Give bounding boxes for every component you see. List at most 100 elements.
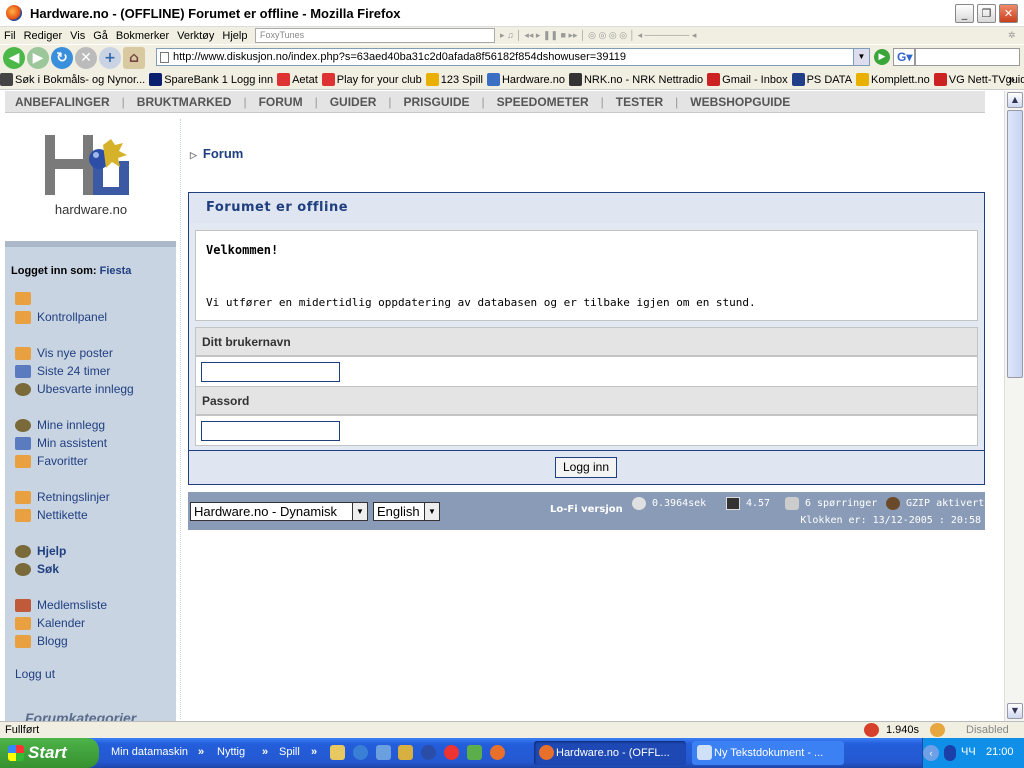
home-icon[interactable]: ⌂ <box>123 46 145 69</box>
menu-fil[interactable]: Fil <box>0 30 20 42</box>
foxytunes-gear-icon[interactable]: ✲ <box>1008 30 1016 41</box>
media-player-icon[interactable] <box>421 745 436 760</box>
menu-ga[interactable]: Gå <box>89 30 112 42</box>
bookmark-item[interactable]: Søk i Bokmåls- og Nynor... <box>0 73 145 86</box>
task-notepad[interactable]: Ny Tekstdokument - ... <box>692 741 844 765</box>
username-link[interactable]: Fiesta <box>100 265 132 277</box>
bookmark-item[interactable]: Komplett.no <box>856 73 930 86</box>
bookmark-item[interactable]: NRK.no - NRK Nettradio <box>568 73 703 86</box>
status-disabled[interactable]: Disabled <box>966 724 1009 736</box>
sidebar-item-siste-24-timer[interactable]: Siste 24 timer <box>15 364 110 378</box>
bookmarks-overflow-icon[interactable]: » <box>1008 73 1015 86</box>
sidebar-item-hjelp[interactable]: Hjelp <box>15 544 66 558</box>
sidebar-item-blank[interactable] <box>15 292 37 305</box>
language-indicator[interactable]: ЧЧ <box>961 746 976 758</box>
toolbar-min-datamaskin[interactable]: Min datamaskin <box>111 746 188 758</box>
hardware-logo[interactable]: hardware.no <box>41 135 141 225</box>
window-title-bar[interactable]: Hardware.no - (OFFLINE) Forumet er offli… <box>0 0 1024 27</box>
task-firefox[interactable]: Hardware.no - (OFFL... <box>534 741 686 765</box>
media-controls[interactable]: ▸ ♫ │ ◂◂ ▸ ❚❚ ■ ▸▸ │ ◎ ◎ ◎ ◎ │ ◂ ───────… <box>500 30 696 41</box>
sidebar-item-nettikette[interactable]: Nettikette <box>15 508 88 522</box>
topnav-item-anbefalinger[interactable]: ANBEFALINGER <box>5 95 120 109</box>
login-button[interactable]: Logg inn <box>555 457 617 478</box>
quicklaunch-icon[interactable] <box>467 745 482 760</box>
sidebar-item-ubesvarte-innlegg[interactable]: Ubesvarte innlegg <box>15 382 134 396</box>
quicklaunch-icon[interactable] <box>330 745 345 760</box>
password-input[interactable] <box>201 421 340 441</box>
bookmark-item[interactable]: 123 Spill <box>425 73 483 86</box>
system-tray: ‹ ЧЧ 21:00 <box>922 738 1024 768</box>
scroll-down-icon[interactable]: ▼ <box>1007 703 1023 719</box>
topnav-item-speedometer[interactable]: SPEEDOMETER <box>487 95 599 109</box>
google-search-icon[interactable]: G▾ <box>893 48 915 66</box>
sidebar-item-søk[interactable]: Søk <box>15 562 59 576</box>
chevron-icon[interactable]: » <box>262 746 268 758</box>
sidebar-item-medlemsliste[interactable]: Medlemsliste <box>15 598 107 612</box>
stop-icon[interactable]: ✕ <box>75 46 97 69</box>
reload-icon[interactable]: ↻ <box>51 46 73 69</box>
close-button[interactable]: ✕ <box>999 4 1018 23</box>
back-icon[interactable]: ◀ <box>3 46 25 69</box>
url-dropdown-icon[interactable]: ▼ <box>853 49 869 65</box>
sidebar-item-vis-nye-poster[interactable]: Vis nye poster <box>15 346 113 360</box>
topnav-item-forum[interactable]: FORUM <box>249 95 313 109</box>
new-tab-icon[interactable]: + <box>99 46 121 69</box>
quicklaunch-icon[interactable] <box>376 745 391 760</box>
forward-icon[interactable]: ▶ <box>27 46 49 69</box>
tray-expand-icon[interactable]: ‹ <box>923 745 939 761</box>
foxytunes-display[interactable]: FoxyTunes <box>255 28 495 43</box>
menu-bokmerker[interactable]: Bokmerker <box>112 30 173 42</box>
breadcrumb-forum-link[interactable]: Forum <box>203 146 243 161</box>
bookmark-item[interactable]: PS DATA <box>791 73 852 86</box>
sidebar-item-kalender[interactable]: Kalender <box>15 616 85 630</box>
style-select[interactable]: Hardware.no - Dynamisk ▼ <box>190 502 368 521</box>
toolbar-nyttig[interactable]: Nyttig <box>217 746 245 758</box>
bookmark-item[interactable]: Play for your club <box>321 73 422 86</box>
topnav-item-prisguide[interactable]: PRISGUIDE <box>394 95 480 109</box>
sidebar-item-min-assistent[interactable]: Min assistent <box>15 436 107 450</box>
menu-vis[interactable]: Vis <box>66 30 89 42</box>
menu-rediger[interactable]: Rediger <box>20 30 67 42</box>
bluetooth-icon[interactable] <box>944 745 956 761</box>
bookmark-item[interactable]: Gmail - Inbox <box>707 73 788 86</box>
logout-link[interactable]: Logg ut <box>15 667 55 681</box>
topnav-item-tester[interactable]: TESTER <box>606 95 673 109</box>
sidebar-item-blogg[interactable]: Blogg <box>15 634 68 648</box>
topnav-item-webshopguide[interactable]: WEBSHOPGUIDE <box>680 95 800 109</box>
ie-icon[interactable] <box>353 745 368 760</box>
firefox-icon[interactable] <box>490 745 505 760</box>
minimize-button[interactable]: _ <box>955 4 974 23</box>
chevron-icon[interactable]: » <box>198 746 204 758</box>
quicklaunch-icon[interactable] <box>444 745 459 760</box>
vertical-scrollbar[interactable]: ▲ ▼ <box>1004 91 1024 721</box>
maximize-button[interactable]: ❐ <box>977 4 996 23</box>
bookmark-item[interactable]: Aetat <box>277 73 318 86</box>
address-bar[interactable]: http://www.diskusjon.no/index.php?s=63ae… <box>156 48 870 66</box>
scroll-thumb[interactable] <box>1007 110 1023 378</box>
username-input[interactable] <box>201 362 340 382</box>
adblock-icon[interactable] <box>930 723 945 737</box>
sidebar-item-mine-innlegg[interactable]: Mine innlegg <box>15 418 105 432</box>
bookmark-item[interactable]: Hardware.no <box>486 73 565 86</box>
bookmark-item[interactable]: SpareBank 1 Logg inn <box>149 73 273 86</box>
chevron-icon[interactable]: » <box>311 746 317 758</box>
quicklaunch-icon[interactable] <box>398 745 413 760</box>
sidebar-item-favoritter[interactable]: Favoritter <box>15 454 88 468</box>
start-button[interactable]: Start <box>0 738 99 768</box>
toolbar-spill[interactable]: Spill <box>279 746 300 758</box>
monkey-icon[interactable] <box>864 723 879 737</box>
star-doc-icon <box>15 616 31 630</box>
topnav-item-bruktmarked[interactable]: BRUKTMARKED <box>127 95 242 109</box>
scroll-up-icon[interactable]: ▲ <box>1007 92 1023 108</box>
language-select[interactable]: English ▼ <box>373 502 440 521</box>
topnav-item-guider[interactable]: GUIDER <box>320 95 387 109</box>
welcome-text: Vi utfører en midertidlig oppdatering av… <box>206 296 756 309</box>
menu-hjelp[interactable]: Hjelp <box>218 30 251 42</box>
lofi-link[interactable]: Lo-Fi versjon <box>550 504 623 515</box>
sidebar-item-kontrollpanel[interactable]: Kontrollpanel <box>15 310 107 324</box>
calendar-icon <box>15 364 31 378</box>
search-input[interactable] <box>915 48 1020 66</box>
menu-verktoy[interactable]: Verktøy <box>173 30 218 42</box>
sidebar-item-retningslinjer[interactable]: Retningslinjer <box>15 490 110 504</box>
go-icon[interactable]: ▶ <box>874 49 890 65</box>
